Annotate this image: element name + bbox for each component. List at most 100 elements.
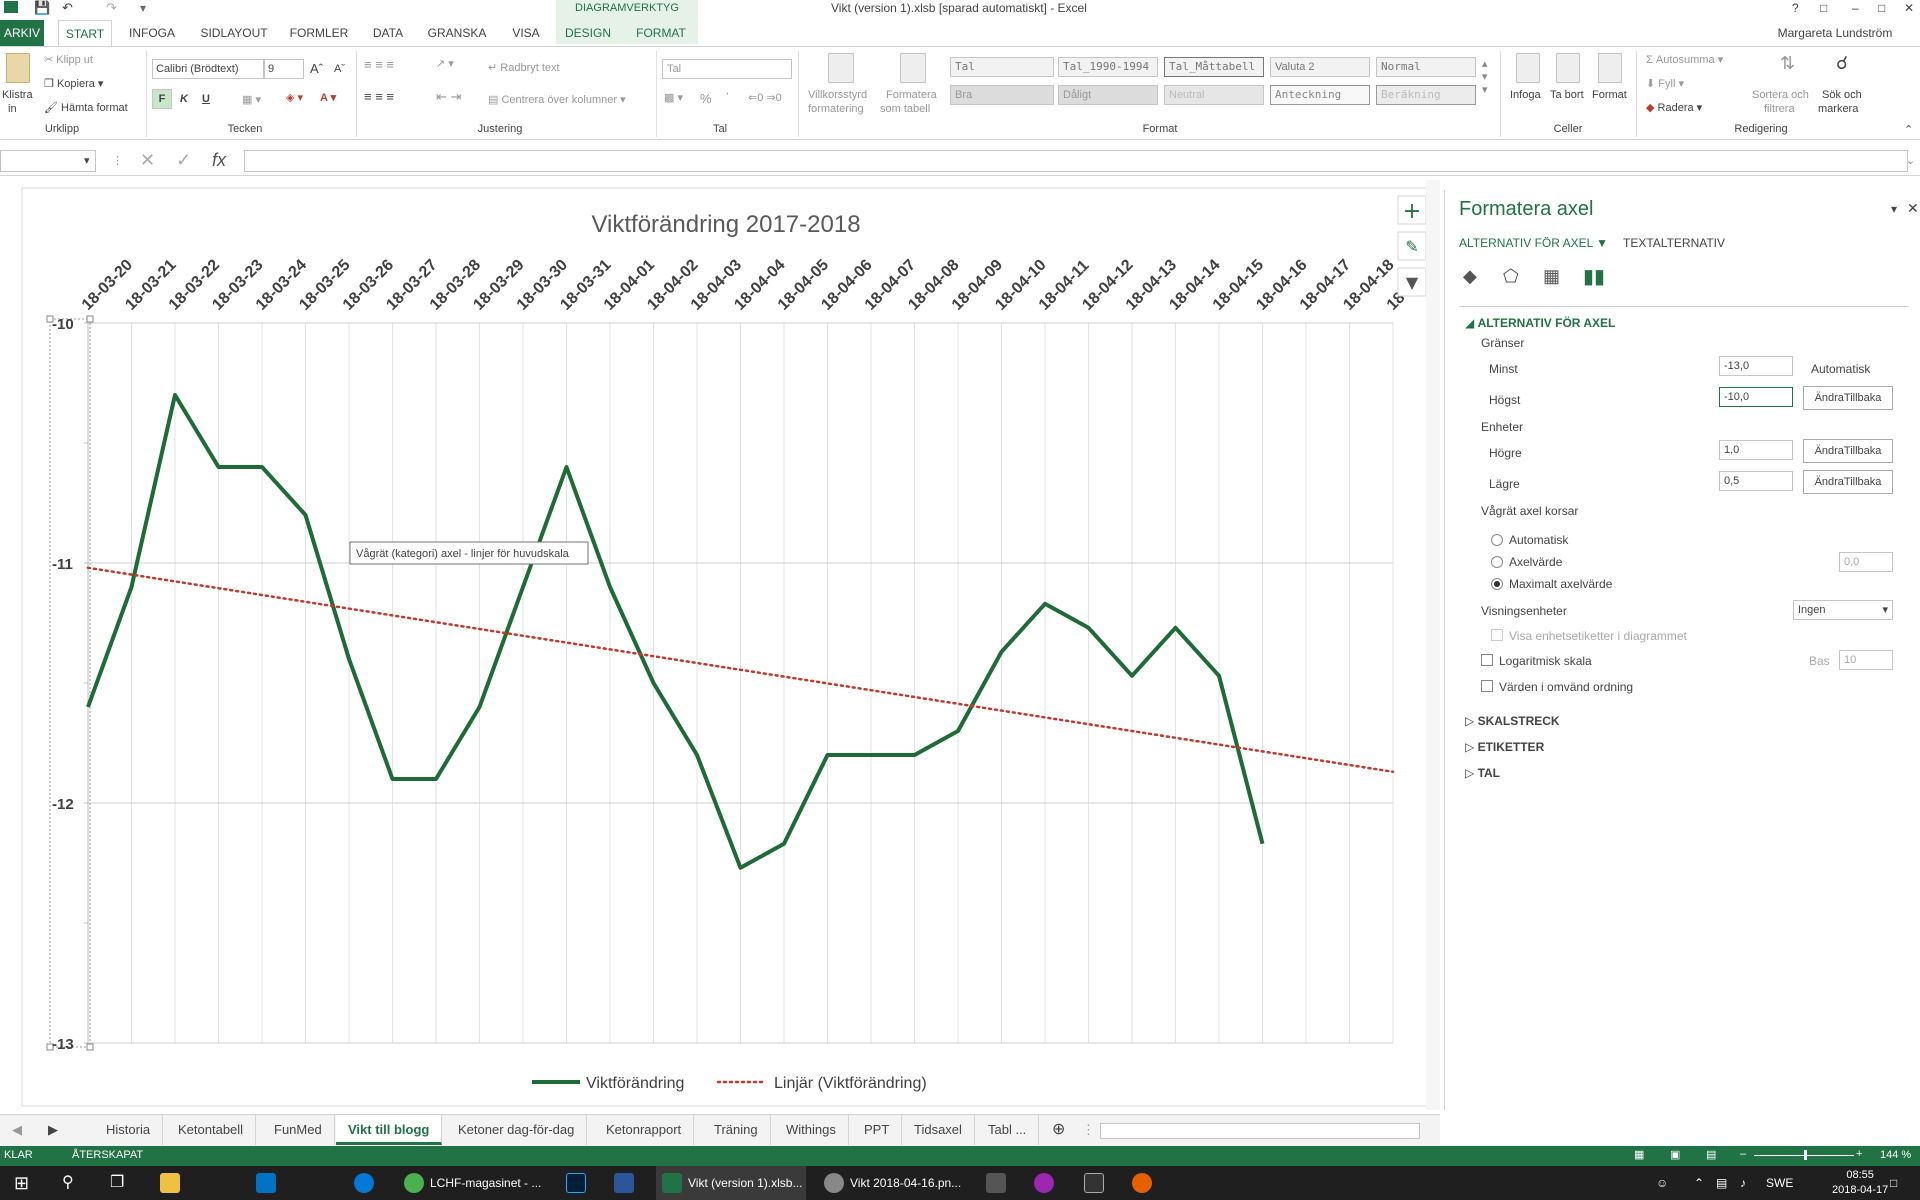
format-painter-button[interactable]: 🖌 Hämta format [44, 101, 128, 114]
section-tick-marks[interactable]: ▷ SKALSTRECK [1465, 714, 1560, 728]
tab-formler[interactable]: FORMLER [286, 20, 352, 46]
insert-function-icon[interactable]: fx [212, 150, 226, 171]
major-unit-input[interactable]: 1,0 [1719, 440, 1793, 460]
tab-start[interactable]: START [58, 20, 112, 46]
page-break-icon[interactable]: ▤ [1706, 1148, 1716, 1161]
style-anteckning[interactable]: Anteckning [1270, 85, 1370, 105]
effects-icon[interactable]: ⬠ [1503, 266, 1519, 287]
minor-reset-button[interactable]: ÄndraTillbaka [1803, 470, 1893, 494]
start-icon[interactable]: ⊞ [14, 1166, 29, 1200]
tab-sidlayout[interactable]: SIDLAYOUT [196, 20, 272, 46]
autosum-button[interactable]: Σ Autosumma ▾ [1646, 53, 1723, 66]
pane-options-icon[interactable]: ▾ [1891, 202, 1897, 216]
merge-button[interactable]: ▤ Centrera över kolumner ▾ [488, 93, 626, 106]
sort-filter-icon[interactable]: ⇅ [1780, 53, 1795, 74]
underline-button[interactable]: U [202, 93, 210, 105]
align-left-icon[interactable]: ≡ ≡ ≡ [364, 89, 394, 104]
style-tal[interactable]: Tal [950, 57, 1054, 77]
fill-button[interactable]: ⬇ Fyll ▾ [1646, 77, 1684, 90]
sheet-tab-vikt-till-blogg[interactable]: Vikt till blogg [336, 1115, 443, 1145]
find-select-label-2[interactable]: markera [1818, 103, 1858, 115]
sheet-tab-ketonrapport[interactable]: Ketonrapport [594, 1115, 695, 1145]
style-tal-mattabell[interactable]: Tal_Måttabell [1164, 57, 1264, 77]
sort-filter-label[interactable]: Sortera och [1752, 89, 1809, 101]
chart-area[interactable] [21, 187, 1433, 1107]
legend-label-viktforandring[interactable]: Viktförändring [586, 1075, 684, 1092]
sheet-tab-withings[interactable]: Withings [774, 1115, 849, 1145]
sheet-tab-traning[interactable]: Träning [702, 1115, 771, 1145]
paste-label-2[interactable]: in [8, 103, 17, 115]
format-cells-label[interactable]: Format [1592, 89, 1627, 101]
zoom-out-icon[interactable]: – [1740, 1148, 1746, 1160]
tab-visa[interactable]: VISA [504, 20, 548, 46]
section-labels[interactable]: ▷ ETIKETTER [1465, 740, 1544, 754]
tab-axis-options[interactable]: ALTERNATIV FÖR AXEL ▼ [1459, 236, 1608, 250]
edge-icon[interactable] [354, 1173, 374, 1193]
style-neutral[interactable]: Neutral [1164, 85, 1264, 105]
paste-label[interactable]: Klistra [2, 89, 33, 101]
conditional-format-label[interactable]: Villkorsstyrd [808, 89, 867, 101]
taskbar-item-chrome[interactable]: LCHF-magasinet - ... [430, 1166, 541, 1200]
orientation-icon[interactable]: ↗ ▾ [436, 57, 454, 70]
language-indicator[interactable]: SWE [1766, 1166, 1793, 1200]
photoshop-icon[interactable] [566, 1173, 586, 1193]
clear-button[interactable]: ◆ Radera ▾ [1646, 101, 1702, 114]
name-box[interactable] [0, 150, 96, 172]
normal-view-icon[interactable]: ▦ [1634, 1148, 1644, 1161]
size-properties-icon[interactable]: ▦ [1543, 266, 1560, 287]
network-icon[interactable]: ▤ [1716, 1166, 1727, 1200]
chart-title[interactable]: Viktförändring 2017-2018 [591, 211, 860, 238]
tab-arkiv[interactable]: ARKIV [0, 20, 44, 46]
major-reset-button[interactable]: ÄndraTillbaka [1803, 439, 1893, 463]
align-top-icon[interactable]: ≡ ≡ ≡ [364, 57, 394, 72]
enter-icon[interactable]: ✓ [176, 150, 191, 171]
excel-icon[interactable] [662, 1173, 682, 1193]
font-size-select[interactable]: 9 [264, 59, 304, 79]
people-icon[interactable]: ☺ [1656, 1166, 1668, 1200]
style-normal[interactable]: Normal [1376, 57, 1476, 77]
snipping-icon[interactable] [1084, 1173, 1104, 1193]
cross-value-radio[interactable] [1491, 556, 1503, 568]
insert-cells-label[interactable]: Infoga [1510, 89, 1541, 101]
calculator-icon[interactable] [986, 1173, 1006, 1193]
currency-icon[interactable]: ▩ ▾ [664, 91, 683, 104]
log-scale-checkbox[interactable] [1481, 654, 1493, 666]
find-select-icon[interactable]: ☌ [1836, 53, 1848, 74]
borders-icon[interactable]: ▦ ▾ [242, 93, 261, 106]
chart-elements-button[interactable]: + [1397, 195, 1427, 225]
word-icon[interactable] [614, 1173, 634, 1193]
indent-icon[interactable]: ⇤ ⇥ [436, 89, 461, 105]
wrap-text-button[interactable]: ↵ Radbryt text [488, 61, 560, 74]
fill-line-icon[interactable]: ◆ [1463, 266, 1477, 287]
tab-data[interactable]: DATA [366, 20, 410, 46]
save-icon[interactable]: 💾 [34, 0, 50, 16]
outlook-icon[interactable] [256, 1173, 276, 1193]
zoom-level[interactable]: 144 % [1880, 1149, 1911, 1161]
cross-max-radio[interactable] [1491, 578, 1503, 590]
copy-button[interactable]: ❐ Kopiera ▾ [44, 77, 103, 90]
chart-styles-button[interactable]: ✎ [1397, 231, 1427, 261]
font-name-select[interactable]: Calibri (Brödtext) [152, 59, 264, 79]
sheet-tab-historia[interactable]: Historia [94, 1115, 164, 1145]
prev-sheet-icon[interactable]: ◀ [0, 1115, 34, 1145]
maximize-icon[interactable]: □ [1878, 0, 1885, 16]
sheet-tab-ketontabell[interactable]: Ketontabell [166, 1115, 257, 1145]
sheet-tab-tidsaxel[interactable]: Tidsaxel [902, 1115, 975, 1145]
fill-color-icon[interactable]: ◈ ▾ [286, 91, 303, 104]
style-berakning[interactable]: Beräkning [1376, 85, 1476, 105]
picasa-icon[interactable] [1034, 1173, 1054, 1193]
taskbar-item-image[interactable]: Vikt 2018-04-16.pn... [850, 1166, 961, 1200]
quick-access-menu-icon[interactable]: ▾ [140, 0, 146, 16]
clock[interactable]: 08:55 2018-04-17 [1832, 1168, 1888, 1198]
styles-scroll-icon[interactable]: ▴ ▾ ▾ [1482, 57, 1488, 96]
cross-value-input[interactable]: 0,0 [1839, 552, 1893, 572]
section-number[interactable]: ▷ TAL [1465, 766, 1500, 780]
conditional-format-label-2[interactable]: formatering [808, 103, 864, 115]
tab-text-options[interactable]: TEXTALTERNATIV [1623, 236, 1725, 250]
photos-icon[interactable] [824, 1173, 844, 1193]
firefox-icon[interactable] [1132, 1173, 1152, 1193]
format-as-table-label-2[interactable]: som tabell [880, 103, 930, 115]
thousands-icon[interactable]: ’ [726, 91, 728, 103]
sheet-tab-ketoner-dag-for-dag[interactable]: Ketoner dag-för-dag [446, 1115, 588, 1145]
minimize-icon[interactable]: – [1852, 0, 1859, 16]
